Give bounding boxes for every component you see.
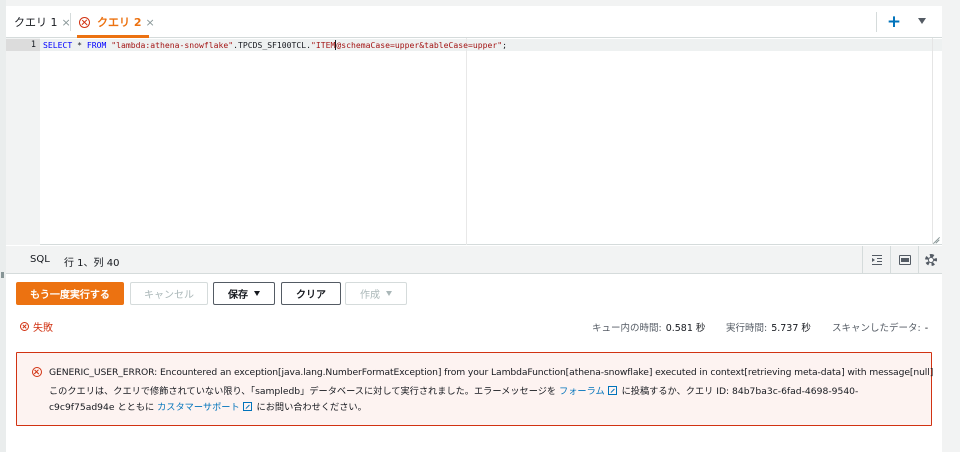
run-again-button[interactable]: もう一度実行する: [16, 282, 124, 305]
data-scanned: スキャンしたデータ: -: [832, 320, 928, 334]
external-link-icon[interactable]: [242, 402, 252, 411]
editor-scrollbar[interactable]: [932, 38, 942, 245]
create-button[interactable]: 作成: [345, 282, 407, 305]
editor-status-bar: SQL 行 1、列 40: [6, 246, 942, 274]
editor-panel: クエリ 1 × クエリ 2 × + 1 SELECT * FROM "lambd…: [6, 6, 942, 452]
format-query-button[interactable]: [862, 246, 890, 274]
error-message: このクエリは、クエリで修飾されていない限り、「sampledb」データベースに対…: [49, 384, 919, 416]
code-line[interactable]: SELECT * FROM "lambda:athena-snowflake".…: [43, 39, 507, 51]
close-icon[interactable]: ×: [145, 16, 154, 29]
format-icon-line: [877, 261, 882, 263]
queue-time-label: キュー内の時間:: [592, 323, 662, 334]
code-string: "ITEM: [311, 40, 336, 50]
line-number: 1: [30, 40, 36, 50]
queue-time-value: 0.581 秒: [665, 323, 706, 334]
format-icon: [872, 255, 882, 257]
query-status: 失敗: [20, 319, 53, 334]
editor-tools: [862, 246, 942, 274]
run-time-label: 実行時間:: [726, 323, 768, 334]
tab-query-1[interactable]: クエリ 1 ×: [14, 6, 71, 38]
cancel-button[interactable]: キャンセル: [130, 282, 208, 305]
error-alert: GENERIC_USER_ERROR: Encountered an excep…: [16, 352, 934, 426]
code-text: ;: [502, 40, 507, 50]
save-button[interactable]: 保存: [213, 282, 275, 305]
print-margin: [466, 38, 467, 245]
tab-query-2[interactable]: クエリ 2 ×: [79, 6, 155, 38]
code-text: *: [72, 40, 87, 50]
customer-support-link[interactable]: カスタマーサポート: [157, 402, 240, 413]
chevron-down-icon: [386, 291, 392, 296]
data-scanned-value: -: [924, 323, 929, 334]
code-string: "lambda:athena-snowflake": [111, 40, 234, 50]
code-string: @schemaCase=upper&tableCase=upper": [336, 40, 503, 50]
error-title: GENERIC_USER_ERROR: Encountered an excep…: [49, 367, 934, 378]
status-text: 失敗: [33, 323, 53, 334]
tab-label: クエリ 1: [14, 16, 58, 29]
run-time-value: 5.737 秒: [771, 323, 811, 334]
code-keyword: FROM: [86, 40, 107, 50]
chevron-down-icon[interactable]: [918, 18, 926, 24]
tab-divider: [70, 13, 71, 31]
format-icon-line: [877, 258, 882, 260]
athena-query-editor: クエリ 1 × クエリ 2 × + 1 SELECT * FROM "lambd…: [0, 0, 960, 452]
run-time: 実行時間: 5.737 秒: [726, 320, 811, 334]
line-gutter: [6, 38, 40, 245]
panel-icon-fill: [901, 258, 909, 262]
code-text: .TPCDS_SF100TCL.: [233, 40, 312, 50]
error-icon: [32, 367, 42, 377]
create-label: 作成: [360, 290, 380, 301]
tab-divider: [876, 12, 877, 32]
query-tabs: クエリ 1 × クエリ 2 × +: [6, 6, 942, 38]
cursor-position: 行 1、列 40: [64, 258, 120, 269]
error-text: にお問い合わせください。: [253, 402, 367, 413]
resize-handle-icon[interactable]: [931, 234, 940, 243]
code-keyword: SELECT: [43, 40, 73, 50]
format-icon-arrow: [872, 258, 875, 262]
editor-settings-button[interactable]: [918, 246, 942, 274]
format-icon-line: [872, 264, 882, 266]
panel-toggle-handle[interactable]: [1, 272, 4, 278]
save-label: 保存: [228, 290, 248, 301]
language-indicator: SQL: [30, 254, 50, 265]
queue-time: キュー内の時間: 0.581 秒: [592, 320, 705, 334]
toggle-panel-button[interactable]: [890, 246, 918, 274]
error-icon: [20, 322, 29, 331]
error-icon: [79, 16, 90, 28]
chevron-down-icon: [254, 291, 260, 296]
gear-icon-center: [928, 257, 934, 263]
forum-link[interactable]: フォーラム: [559, 386, 605, 397]
tab-label: クエリ 2: [97, 16, 142, 29]
add-tab-button[interactable]: +: [883, 11, 905, 33]
clear-button[interactable]: クリア: [281, 282, 341, 305]
error-text: このクエリは、クエリで修飾されていない限り、「sampledb」データベースに対…: [49, 386, 560, 397]
data-scanned-label: スキャンしたデータ:: [832, 323, 921, 334]
sql-editor[interactable]: 1 SELECT * FROM "lambda:athena-snowflake…: [6, 38, 942, 245]
external-link-icon[interactable]: [607, 386, 617, 395]
